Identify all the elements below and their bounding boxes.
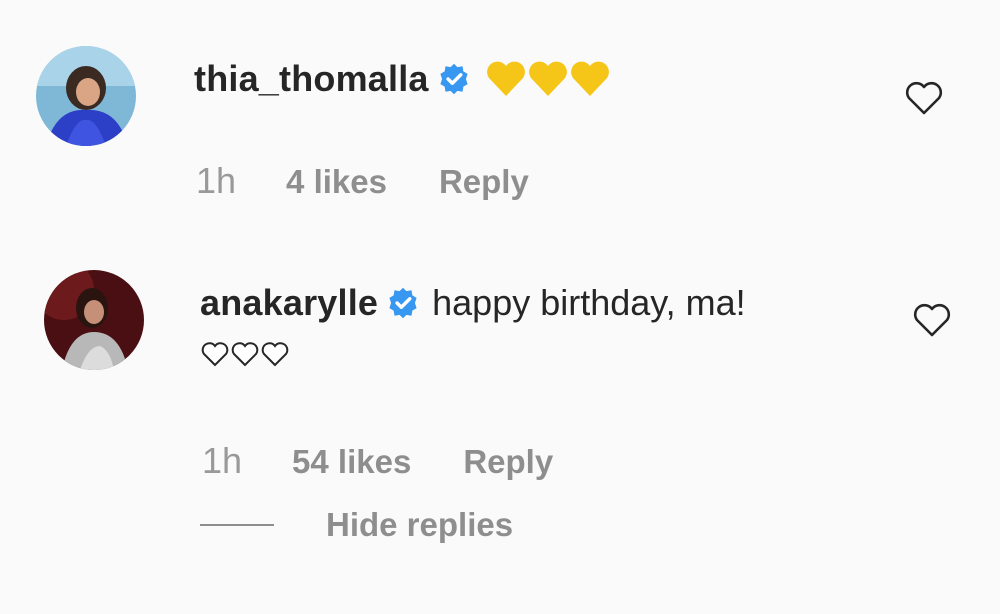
- comment-timestamp[interactable]: 1h: [196, 160, 236, 202]
- comment-timestamp[interactable]: 1h: [202, 440, 242, 482]
- comment-line: anakarylle happy birthday, ma!: [200, 282, 746, 324]
- reply-button[interactable]: Reply: [439, 163, 529, 201]
- like-heart-icon[interactable]: [912, 302, 952, 338]
- white-heart-icon: [231, 342, 259, 367]
- comment-line: thia_thomalla: [194, 58, 611, 100]
- yellow-heart-icon: [486, 61, 525, 96]
- like-heart-icon[interactable]: [904, 80, 944, 116]
- reply-button[interactable]: Reply: [463, 443, 553, 481]
- comment-likes-count[interactable]: 4 likes: [286, 163, 387, 201]
- comment-meta: 1h 4 likes Reply: [196, 160, 529, 202]
- comment-likes-count[interactable]: 54 likes: [292, 443, 411, 481]
- avatar[interactable]: [44, 270, 144, 370]
- comment-meta: 1h 54 likes Reply: [202, 440, 553, 482]
- avatar[interactable]: [36, 46, 136, 146]
- yellow-hearts-emoji: [485, 60, 611, 98]
- white-hearts-emoji: [200, 340, 290, 368]
- hide-replies-button[interactable]: Hide replies: [200, 506, 513, 544]
- comment-text: happy birthday, ma!: [432, 282, 746, 323]
- divider: [200, 524, 274, 526]
- yellow-heart-icon: [528, 61, 567, 96]
- hide-replies-label: Hide replies: [326, 506, 514, 543]
- comment-username[interactable]: thia_thomalla: [194, 58, 429, 100]
- verified-badge-icon: [437, 62, 471, 96]
- white-heart-icon: [261, 342, 289, 367]
- yellow-heart-icon: [570, 61, 609, 96]
- white-heart-icon: [201, 342, 229, 367]
- verified-badge-icon: [386, 286, 420, 320]
- comment-username[interactable]: anakarylle: [200, 282, 378, 324]
